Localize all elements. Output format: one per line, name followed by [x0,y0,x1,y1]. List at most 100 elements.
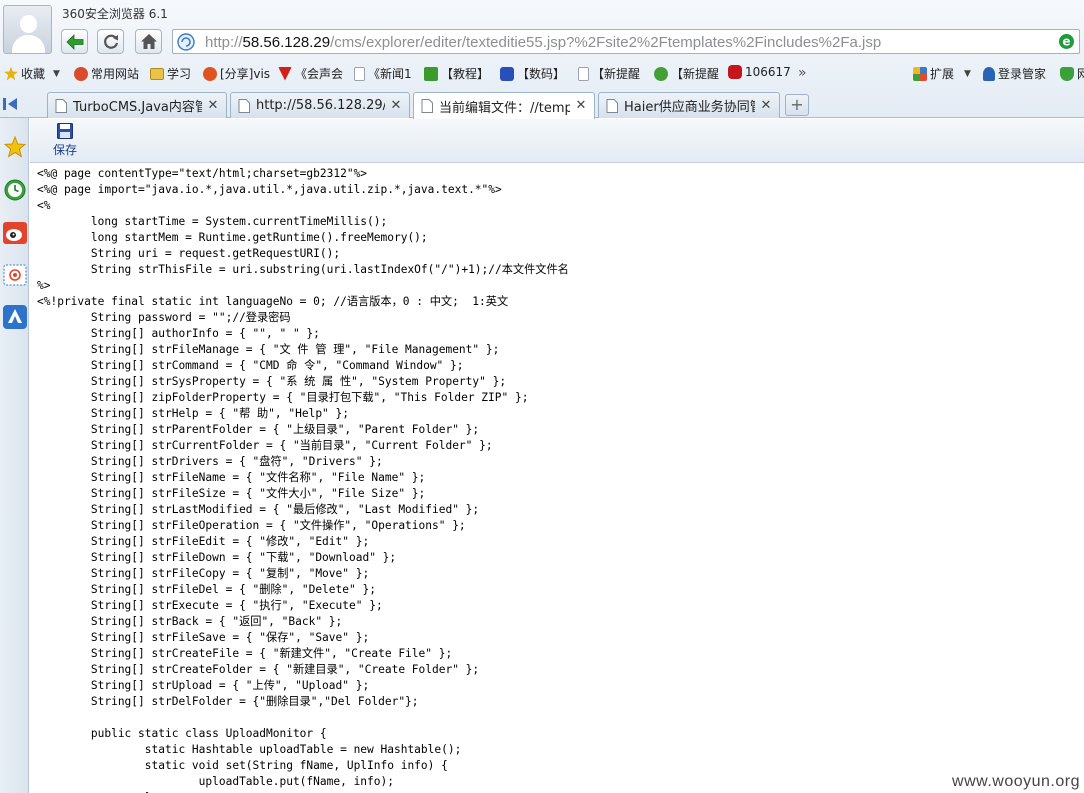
code-line: String[] strFileSave = { "保存", "Save" }; [37,631,370,644]
bookmark-huishenghui[interactable]: 《会声会 [278,65,343,82]
code-line: String[] strSysProperty = { "系 统 属 性", "… [37,375,507,388]
watermark: www.wooyun.org [952,773,1080,790]
code-line: String[] strFileDel = { "删除", "Delete" }… [37,583,376,596]
address-url[interactable]: http://58.56.128.29/cms/explorer/editer/… [205,34,881,51]
folder-icon [150,67,164,80]
extensions-icon [913,66,927,81]
sidebar-favorites-button[interactable] [2,133,27,160]
svg-text:e: e [1062,35,1070,49]
code-line: String[] strFileSize = { "文件大小", "File S… [37,487,426,500]
code-line: <%@ page import="java.io.*,java.util.*,j… [37,183,502,196]
page-icon [578,66,589,81]
sidebar-history-button[interactable] [2,176,27,203]
paw-icon [500,66,514,81]
bookmark-news1[interactable]: 《新闻1 [354,65,412,82]
page-favicon-icon [606,98,618,113]
code-line: String[] strDelFolder = {"删除目录","Del Fol… [37,695,419,708]
code-line: String[] strFileDown = { "下载", "Download… [37,551,397,564]
user-avatar[interactable] [3,5,52,54]
bookmark-tutorial[interactable]: 【教程】 [424,65,489,82]
clock-icon [4,179,25,200]
sidebar-weibo-button[interactable] [2,219,27,246]
code-line: String[] strCommand = { "CMD 命 令", "Comm… [37,359,464,372]
back-button[interactable] [61,29,88,54]
code-line: String[] strLastModified = { "最后修改", "La… [37,503,480,516]
extensions-menu[interactable]: 扩展 ▼ [913,65,971,82]
code-line: String strThisFile = uri.substring(uri.l… [37,263,569,276]
code-line: String[] strFileName = { "文件名称", "File N… [37,471,426,484]
sidebar-mail-button[interactable] [2,261,27,288]
badge-icon [278,66,292,81]
code-line: String[] strHelp = { "帮 助", "Help" }; [37,407,349,420]
star-icon [4,66,18,81]
bookmarks-more[interactable]: » [798,65,807,81]
code-line: %> [37,279,51,292]
refresh-button[interactable] [97,29,124,54]
bookmark-digital[interactable]: 【数码】 [500,65,565,82]
bookmark-study-folder[interactable]: 学习 [150,65,191,82]
tab-close-icon[interactable]: ✕ [759,98,773,113]
code-line: String[] strParentFolder = { "上级目录", "Pa… [37,423,480,436]
bookmark-reminder-2[interactable]: 【新提醒 [654,65,719,82]
back-arrow-icon [65,33,83,50]
tab-bar: TurboCMS.Java内容管理 ✕ http://58.56.128.29/… [0,90,1084,119]
home-icon [140,34,157,49]
ball-icon [728,65,742,79]
tab-close-icon[interactable]: ✕ [389,98,403,113]
code-line: long startMem = Runtime.getRuntime().fre… [37,231,428,244]
side-panel [0,118,29,793]
login-manager[interactable]: 登录管家 [983,65,1046,82]
tab-close-icon[interactable]: ✕ [574,99,588,113]
code-line: String[] strExecute = { "执行", "Execute" … [37,599,383,612]
bookmark-reminder-1[interactable]: 【新提醒 [578,65,640,82]
code-line: String[] strFileManage = { "文 件 管 理", "F… [37,343,500,356]
code-line: String[] authorInfo = { "", " " }; [37,327,320,340]
code-line: String uri = request.getRequestURI(); [37,247,341,260]
new-tab-button[interactable]: + [785,94,809,116]
tutorial-icon [424,66,438,81]
security-shield[interactable]: 网 [1060,65,1084,82]
sidebar-app-button[interactable] [2,303,27,330]
save-button[interactable]: 保存 [50,123,80,161]
code-line: <%@ page contentType="text/html;charset=… [37,167,368,180]
code-line: String password = "";//登录密码 [37,311,291,324]
code-line: String[] strDrivers = { "盘符", "Drivers" … [37,455,383,468]
home-button[interactable] [135,29,162,54]
avatar-head [20,15,37,33]
app-logo-icon [2,304,27,329]
tab-turbocms[interactable]: TurboCMS.Java内容管理 ✕ [47,92,227,118]
sites-icon [74,66,88,81]
code-line: String[] strBack = { "返回", "Back" }; [37,615,343,628]
tab-current-edit-file[interactable]: 当前编辑文件：//templ ✕ [413,92,595,119]
code-line: String[] strFileOperation = { "文件操作", "O… [37,519,466,532]
site-security-icon [177,33,195,51]
code-line: public static class UploadMonitor { [37,727,327,740]
code-line: String[] strCurrentFolder = { "当前目录", "C… [37,439,493,452]
tab-site[interactable]: http://58.56.128.29/site ✕ [230,92,410,118]
page-favicon-icon [238,98,250,113]
bookmark-favorites[interactable]: 收藏 ▼ [4,65,60,82]
window-title: 360安全浏览器 6.1 [62,7,168,21]
bookmark-106617[interactable]: 106617 [728,65,791,79]
code-line: static Hashtable uploadTable = new Hasht… [37,743,462,756]
refresh-icon [103,34,118,49]
tab-haier-supplier[interactable]: Haier供应商业务协同管 ✕ [598,92,780,118]
code-line: <%!private final static int languageNo =… [37,295,509,308]
editor-toolbar: 保存 [30,119,1084,163]
mail-at-icon [3,264,26,285]
sidebar-toggle-icon[interactable] [3,96,19,112]
plus-icon: + [790,95,804,114]
address-bar[interactable]: http://58.56.128.29/cms/explorer/editer/… [172,29,1080,54]
code-line: long startTime = System.currentTimeMilli… [37,215,388,228]
code-line: String[] strUpload = { "上传", "Upload" }; [37,679,370,692]
code-line: String[] strCreateFolder = { "新建目录", "Cr… [37,663,480,676]
compat-mode-icon: e [1059,34,1074,49]
code-line: String[] strFileEdit = { "修改", "Edit" }; [37,535,370,548]
tab-close-icon[interactable]: ✕ [206,98,220,113]
page-icon [354,66,365,81]
code-editor[interactable]: <%@ page contentType="text/html;charset=… [37,166,1077,793]
weibo-icon [2,221,27,244]
bookmark-common-sites[interactable]: 常用网站 [74,65,139,82]
bookmark-share-vis[interactable]: [分享]vis [203,65,270,82]
